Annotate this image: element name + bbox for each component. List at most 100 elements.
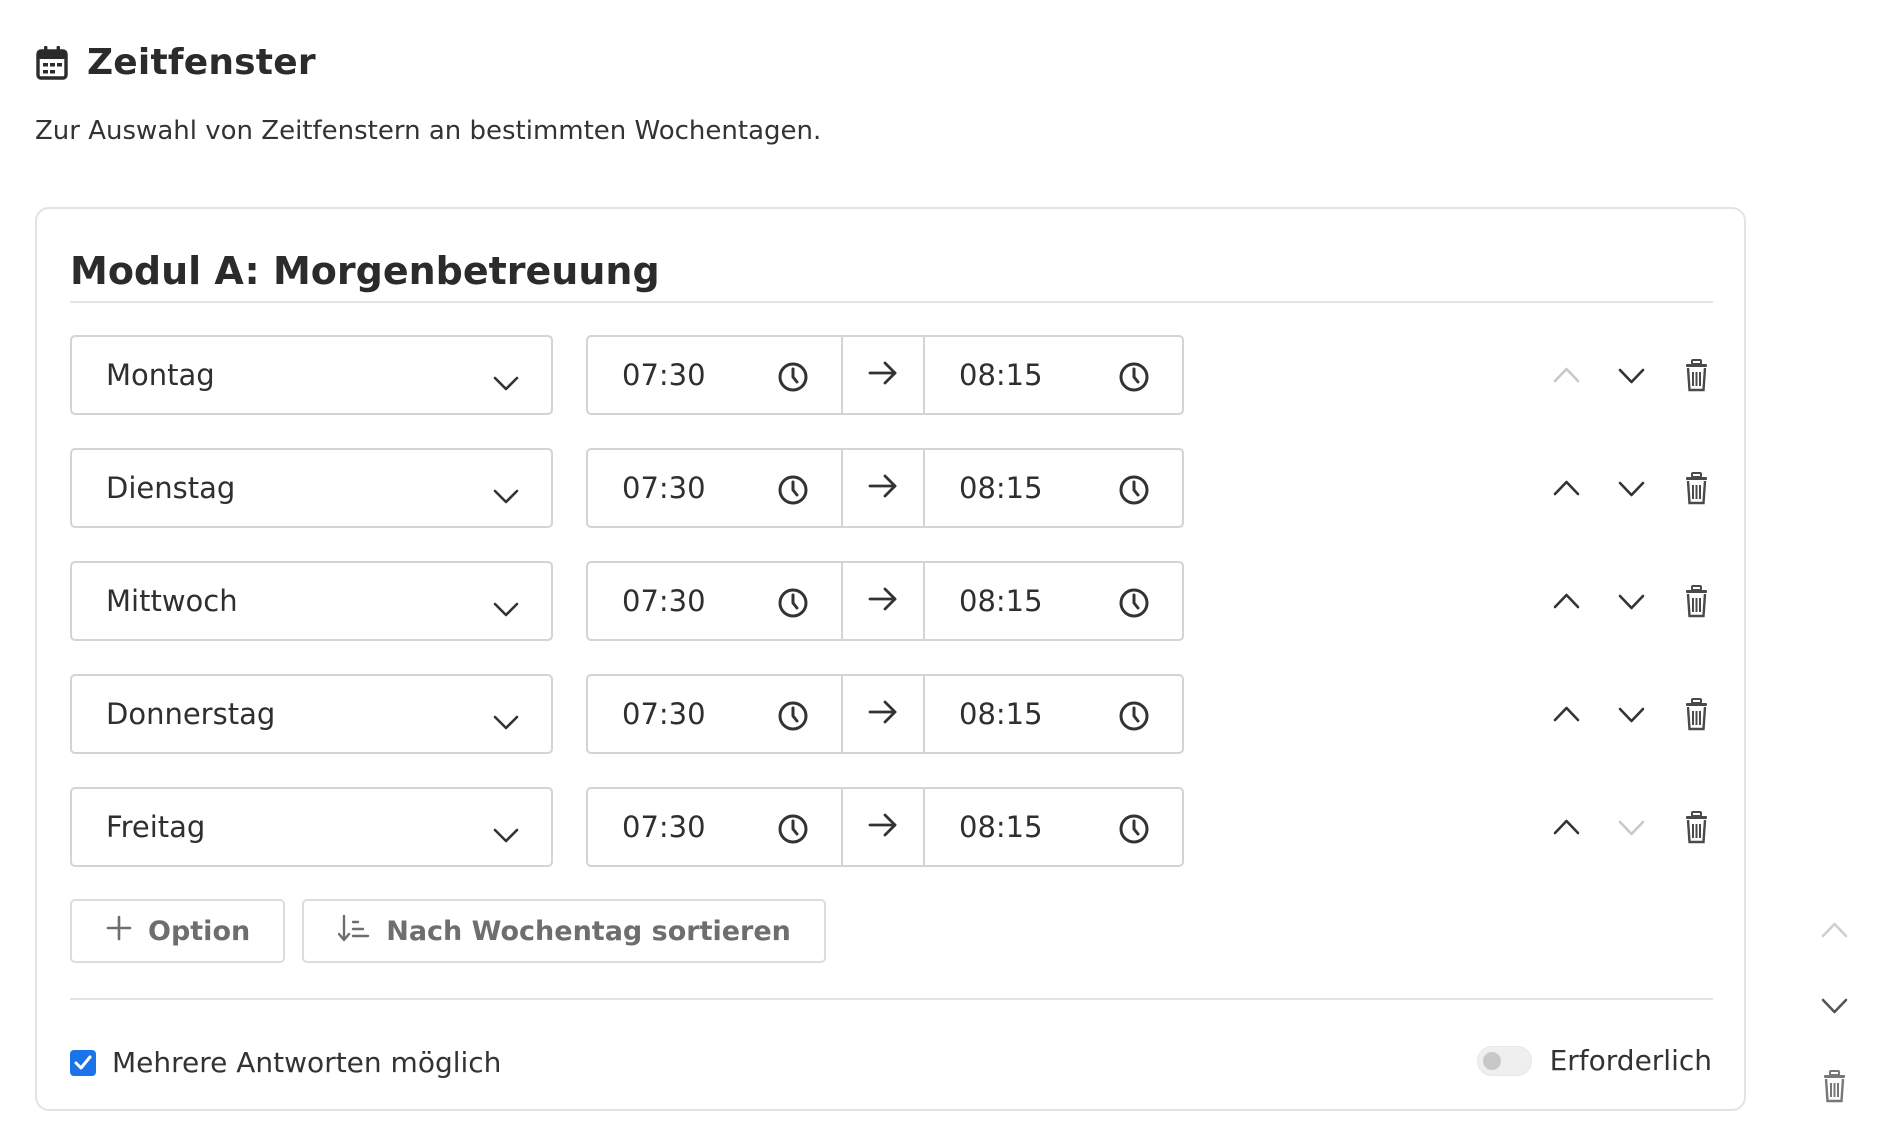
divider — [70, 301, 1713, 303]
clock-icon[interactable] — [1118, 813, 1150, 852]
clock-icon[interactable] — [1118, 474, 1150, 513]
start-time-input[interactable]: 07:30 — [588, 789, 843, 865]
time-slot-row: Mittwoch 07:30 08:15 — [70, 561, 1713, 641]
page-title: Zeitfenster — [87, 42, 316, 83]
move-up-button[interactable] — [1550, 357, 1583, 393]
clock-icon[interactable] — [777, 700, 809, 739]
chevron-down-icon — [493, 704, 519, 738]
time-range: 07:30 08:15 — [586, 674, 1184, 754]
start-time-input[interactable]: 07:30 — [588, 676, 843, 752]
weekday-select-value: Freitag — [106, 810, 206, 844]
chevron-down-icon — [493, 478, 519, 512]
start-time-value: 07:30 — [622, 471, 706, 505]
question-title[interactable]: Modul A: Morgenbetreuung — [70, 249, 660, 293]
row-actions — [1550, 357, 1713, 393]
weekday-select[interactable]: Donnerstag — [70, 674, 553, 754]
chevron-down-icon — [493, 365, 519, 399]
question-card: Modul A: Morgenbetreuung Montag 07:30 08… — [35, 207, 1746, 1111]
move-up-button[interactable] — [1550, 696, 1583, 732]
time-slot-row: Donnerstag 07:30 08:15 — [70, 674, 1713, 754]
move-down-button[interactable] — [1615, 583, 1648, 619]
clock-icon[interactable] — [777, 361, 809, 400]
time-range: 07:30 08:15 — [586, 448, 1184, 528]
time-range: 07:30 08:15 — [586, 335, 1184, 415]
move-up-button[interactable] — [1550, 809, 1583, 845]
move-down-button[interactable] — [1615, 696, 1648, 732]
page-description: Zur Auswahl von Zeitfenstern an bestimmt… — [35, 116, 822, 146]
multiple-answers-checkbox[interactable] — [70, 1049, 96, 1076]
end-time-input[interactable]: 08:15 — [925, 676, 1182, 752]
weekday-select-value: Dienstag — [106, 471, 236, 505]
weekday-select-value: Mittwoch — [106, 584, 238, 618]
clock-icon[interactable] — [1118, 361, 1150, 400]
row-actions — [1550, 809, 1713, 845]
end-time-input[interactable]: 08:15 — [925, 789, 1182, 865]
delete-button[interactable] — [1680, 357, 1713, 393]
option-toolbar: Option Nach Wochentag sortieren — [70, 899, 826, 963]
sort-button-label: Nach Wochentag sortieren — [386, 915, 791, 947]
weekday-select[interactable]: Mittwoch — [70, 561, 553, 641]
multiple-answers-option[interactable]: Mehrere Antworten möglich — [70, 1046, 501, 1079]
plus-icon — [106, 915, 132, 948]
clock-icon[interactable] — [1118, 587, 1150, 626]
question-move-down-button[interactable] — [1818, 994, 1851, 1022]
chevron-down-icon — [493, 817, 519, 851]
start-time-value: 07:30 — [622, 584, 706, 618]
add-option-label: Option — [148, 915, 251, 947]
range-arrow — [843, 563, 925, 639]
arrow-right-icon — [868, 358, 898, 392]
question-delete-button[interactable] — [1818, 1068, 1851, 1108]
arrow-right-icon — [868, 810, 898, 844]
clock-icon[interactable] — [777, 474, 809, 513]
end-time-input[interactable]: 08:15 — [925, 337, 1182, 413]
range-arrow — [843, 450, 925, 526]
clock-icon[interactable] — [1118, 700, 1150, 739]
start-time-input[interactable]: 07:30 — [588, 337, 843, 413]
calendar-icon — [35, 45, 69, 81]
arrow-right-icon — [868, 471, 898, 505]
time-slot-row: Freitag 07:30 08:15 — [70, 787, 1713, 867]
start-time-input[interactable]: 07:30 — [588, 563, 843, 639]
move-down-button[interactable] — [1615, 809, 1648, 845]
required-label: Erforderlich — [1549, 1044, 1712, 1077]
delete-button[interactable] — [1680, 470, 1713, 506]
end-time-value: 08:15 — [959, 358, 1043, 392]
required-option: Erforderlich — [1476, 1044, 1712, 1077]
weekday-select[interactable]: Montag — [70, 335, 553, 415]
move-down-button[interactable] — [1615, 357, 1648, 393]
add-option-button[interactable]: Option — [70, 899, 286, 963]
time-slot-list: Montag 07:30 08:15 Dienstag 07:30 08:15 … — [70, 335, 1713, 900]
start-time-value: 07:30 — [622, 697, 706, 731]
row-actions — [1550, 696, 1713, 732]
time-range: 07:30 08:15 — [586, 787, 1184, 867]
start-time-input[interactable]: 07:30 — [588, 450, 843, 526]
move-up-button[interactable] — [1550, 583, 1583, 619]
end-time-value: 08:15 — [959, 471, 1043, 505]
required-toggle[interactable] — [1476, 1045, 1532, 1076]
clock-icon[interactable] — [777, 587, 809, 626]
weekday-select[interactable]: Freitag — [70, 787, 553, 867]
end-time-input[interactable]: 08:15 — [925, 563, 1182, 639]
row-actions — [1550, 583, 1713, 619]
end-time-input[interactable]: 08:15 — [925, 450, 1182, 526]
move-up-button[interactable] — [1550, 470, 1583, 506]
delete-button[interactable] — [1680, 583, 1713, 619]
question-move-up-button[interactable] — [1818, 918, 1851, 946]
sort-by-weekday-button[interactable]: Nach Wochentag sortieren — [302, 899, 826, 963]
section-header: Zeitfenster — [35, 42, 316, 83]
move-down-button[interactable] — [1615, 470, 1648, 506]
sort-ascending-icon — [338, 914, 370, 949]
start-time-value: 07:30 — [622, 810, 706, 844]
weekday-select-value: Montag — [106, 358, 215, 392]
weekday-select-value: Donnerstag — [106, 697, 276, 731]
end-time-value: 08:15 — [959, 810, 1043, 844]
weekday-select[interactable]: Dienstag — [70, 448, 553, 528]
clock-icon[interactable] — [777, 813, 809, 852]
toggle-knob — [1482, 1051, 1501, 1070]
delete-button[interactable] — [1680, 696, 1713, 732]
time-slot-row: Dienstag 07:30 08:15 — [70, 448, 1713, 528]
delete-button[interactable] — [1680, 809, 1713, 845]
range-arrow — [843, 676, 925, 752]
row-actions — [1550, 470, 1713, 506]
end-time-value: 08:15 — [959, 697, 1043, 731]
